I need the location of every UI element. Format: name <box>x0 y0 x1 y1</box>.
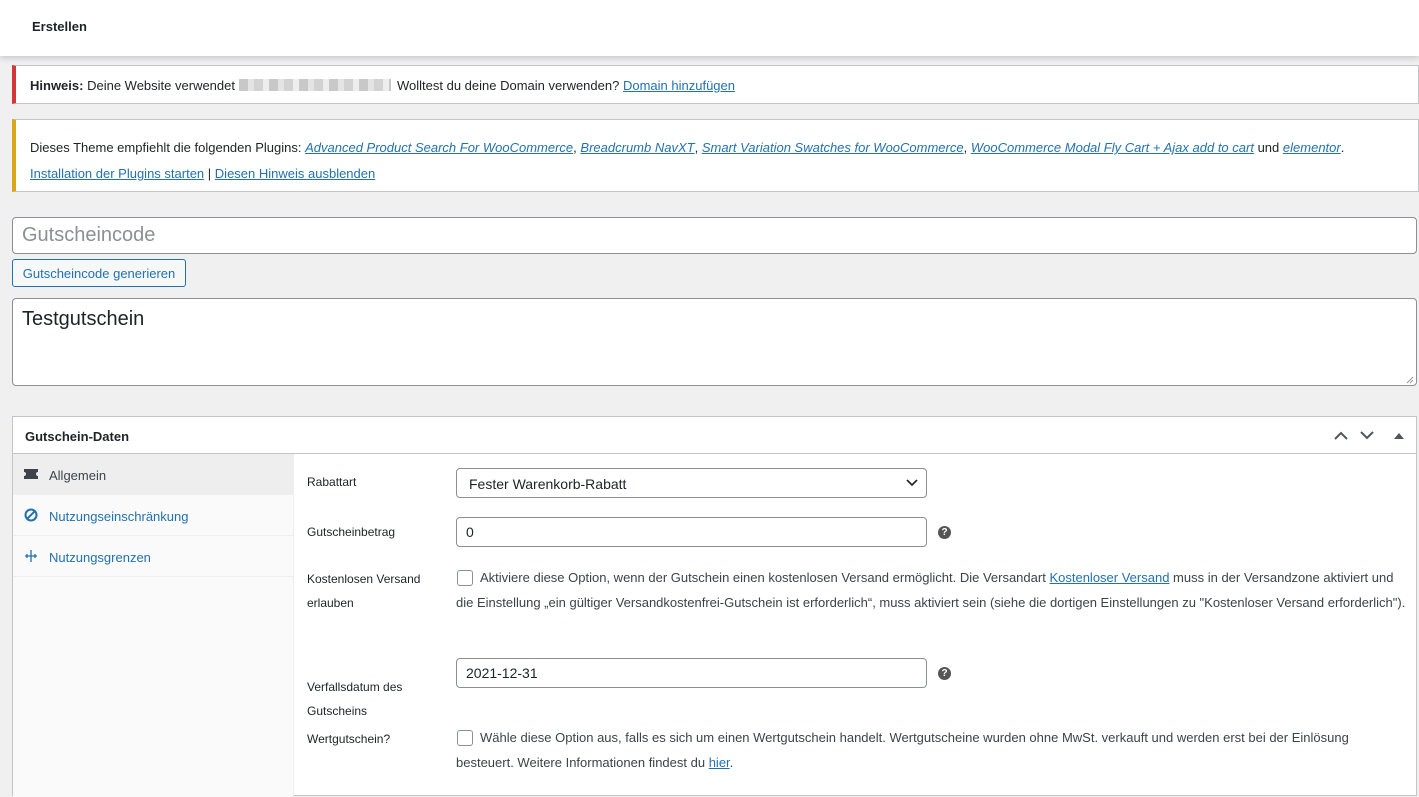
tab-usage-restriction-label: Nutzungseinschränkung <box>49 509 189 524</box>
coupon-data-box: Gutschein-Daten Allgemein Nutzungseinsch… <box>12 416 1417 797</box>
voucher-description: Wähle diese Option aus, falls es sich um… <box>456 726 1406 775</box>
amount-help-icon[interactable]: ? <box>938 526 951 539</box>
free-shipping-method-link[interactable]: Kostenloser Versand <box>1049 570 1169 585</box>
ban-icon <box>24 508 38 522</box>
free-shipping-description: Aktiviere diese Option, wenn der Gutsche… <box>456 566 1406 615</box>
discount-type-value: Fester Warenkorb-Rabatt <box>469 476 627 492</box>
top-bar: Erstellen <box>0 0 1419 56</box>
plugins-notice: Dieses Theme empfiehlt die folgenden Plu… <box>12 119 1419 192</box>
discount-type-label: Rabattart <box>307 475 357 489</box>
add-domain-link[interactable]: Domain hinzufügen <box>623 78 735 93</box>
general-panel: Rabattart Fester Warenkorb-Rabatt Gutsch… <box>295 454 1416 797</box>
amount-input[interactable] <box>456 517 927 547</box>
domain-notice-text: Hinweis: Deine Website verwendet Wolltest… <box>30 78 735 93</box>
generate-code-button[interactable]: Gutscheincode generieren <box>12 259 186 287</box>
chevron-down-icon <box>906 479 918 487</box>
domain-notice: Hinweis: Deine Website verwendet Wolltest… <box>12 65 1419 104</box>
plugin-link-elementor[interactable]: elementor <box>1283 140 1341 155</box>
tab-usage-limits-label: Nutzungsgrenzen <box>49 550 151 565</box>
tab-general[interactable]: Allgemein <box>13 454 294 495</box>
limits-icon <box>25 550 37 562</box>
tab-general-label: Allgemein <box>49 468 107 483</box>
comma: , <box>694 140 699 155</box>
coupon-data-header: Gutschein-Daten <box>13 417 1416 454</box>
coupon-description-textarea[interactable]: Testgutschein <box>12 298 1417 386</box>
comma: , <box>573 140 577 155</box>
install-plugins-link[interactable]: Installation der Plugins starten <box>30 166 204 181</box>
amount-label: Gutscheinbetrag <box>307 525 396 539</box>
plugins-notice-text: Dieses Theme empfiehlt die folgenden Plu… <box>30 140 1344 155</box>
coupon-code-input[interactable] <box>12 217 1417 254</box>
free-shipping-text-before: Aktiviere diese Option, wenn der Gutsche… <box>480 570 1046 585</box>
coupon-data-tabs: Allgemein Nutzungseinschränkung Nutzungs… <box>13 454 294 797</box>
voucher-info-link[interactable]: hier <box>709 755 730 770</box>
blurred-domain <box>239 79 391 91</box>
comma: , <box>963 140 968 155</box>
notice-label: Hinweis: <box>30 78 84 93</box>
move-up-icon[interactable] <box>1331 425 1351 445</box>
expiry-help-icon[interactable]: ? <box>938 667 951 680</box>
notice-text-before: Deine Website verwendet <box>87 78 235 93</box>
plugin-link-modal-fly-cart[interactable]: WooCommerce Modal Fly Cart + Ajax add to… <box>971 140 1254 155</box>
discount-type-select[interactable]: Fester Warenkorb-Rabatt <box>456 468 927 498</box>
ticket-icon <box>24 469 38 479</box>
toggle-panel-icon[interactable] <box>1389 425 1409 445</box>
notice-text-after: Wolltest du deine Domain verwenden? <box>397 78 620 93</box>
coupon-data-title: Gutschein-Daten <box>25 429 130 444</box>
plugin-link-advanced-product-search[interactable]: Advanced Product Search For WooCommerce <box>305 140 573 155</box>
plugins-notice-actions: Installation der Plugins starten | Diese… <box>30 166 375 181</box>
resize-handle-icon[interactable] <box>1405 375 1414 384</box>
free-shipping-label: Kostenlosen Versand erlauben <box>307 572 421 610</box>
page-title: Erstellen <box>32 19 87 34</box>
expiry-date-input[interactable] <box>456 658 927 688</box>
and-text: und <box>1257 140 1280 155</box>
plugins-intro: Dieses Theme empfiehlt die folgenden Plu… <box>30 140 302 155</box>
plugin-link-breadcrumb-navxt[interactable]: Breadcrumb NavXT <box>580 140 694 155</box>
period: . <box>1340 140 1345 155</box>
dismiss-notice-link[interactable]: Diesen Hinweis ausblenden <box>215 166 375 181</box>
link-divider: | <box>207 166 212 181</box>
voucher-period: . <box>729 754 734 770</box>
tab-usage-limits[interactable]: Nutzungsgrenzen <box>13 536 294 577</box>
tab-usage-restriction[interactable]: Nutzungseinschränkung <box>13 495 294 536</box>
voucher-text-before: Wähle diese Option aus, falls es sich um… <box>456 730 1349 770</box>
expiry-date-label: Verfallsdatum des Gutscheins <box>307 680 403 718</box>
voucher-label: Wertgutschein? <box>307 732 391 746</box>
move-down-icon[interactable] <box>1357 425 1377 445</box>
plugin-link-smart-variation-swatches[interactable]: Smart Variation Swatches for WooCommerce <box>702 140 964 155</box>
